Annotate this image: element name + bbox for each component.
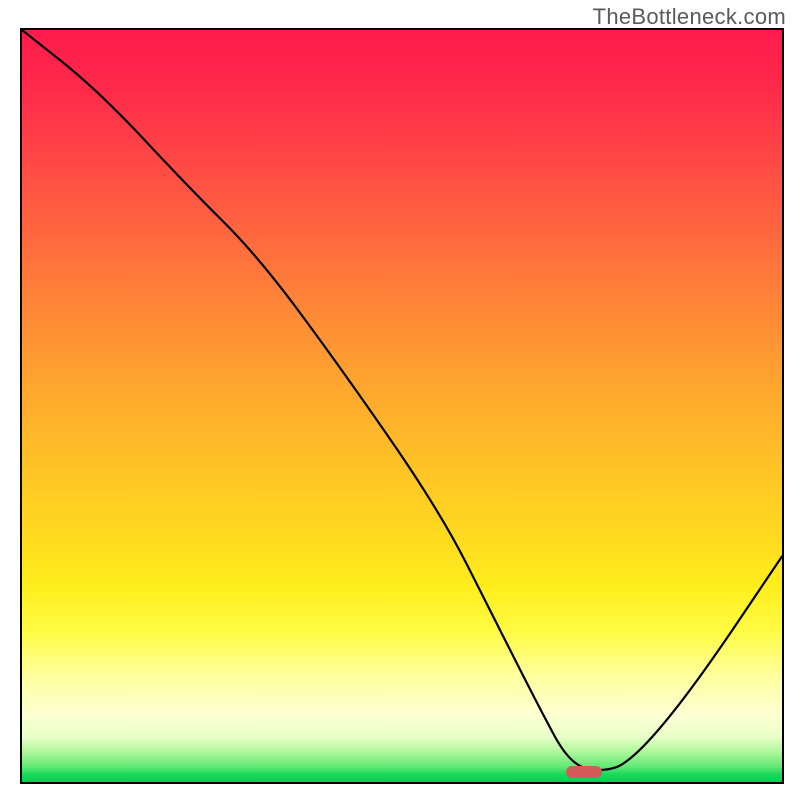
plot-area [20, 28, 784, 784]
chart-frame: TheBottleneck.com [0, 0, 800, 800]
watermark-text: TheBottleneck.com [593, 4, 786, 30]
line-plot [22, 30, 782, 782]
bottleneck-curve-path [22, 30, 782, 770]
optimal-marker [566, 766, 602, 778]
